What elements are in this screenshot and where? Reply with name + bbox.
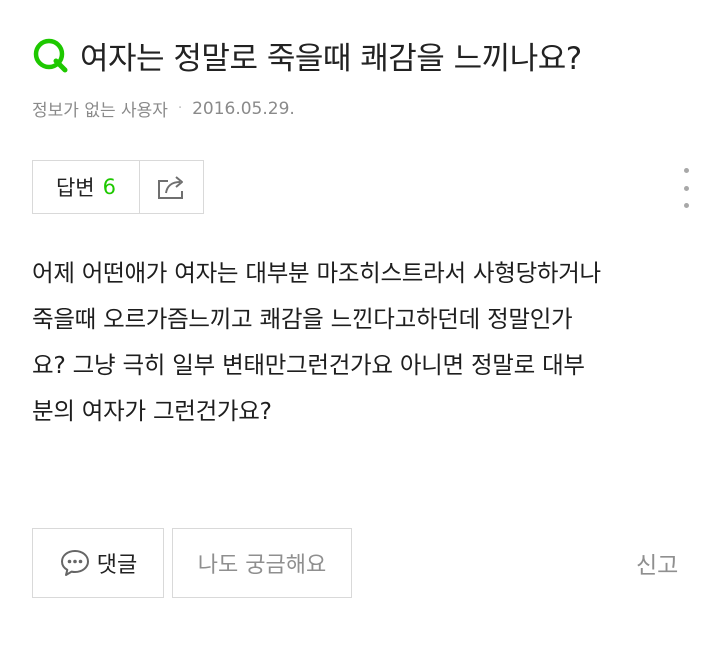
question-meta: 정보가 없는 사용자 · 2016.05.29. [32,96,295,122]
share-button[interactable] [140,161,203,213]
comment-label: 댓글 [96,553,138,578]
author-name: 정보가 없는 사용자 [32,101,168,121]
speech-bubble-icon [60,550,89,576]
answer-count: 6 [102,175,116,199]
question-date: 2016.05.29. [192,98,295,119]
question-header: 여자는 정말로 죽을때 쾌감을 느끼나요? [32,30,582,80]
more-dot [683,185,689,191]
question-body: 어제 어떤애가 여자는 대부분 마조히스트라서 사형당하거나 죽을때 오르가즘느… [32,259,601,425]
answer-count-button[interactable]: 답변 6 [33,161,140,213]
more-vertical-icon[interactable] [676,168,696,208]
meta-separator: · [177,101,183,116]
question-title: 여자는 정말로 죽을때 쾌감을 느끼나요? [80,40,582,77]
share-icon [157,176,183,199]
answer-share-bar: 답변 6 [32,160,204,214]
me-too-curious-button[interactable]: 나도 궁금해요 [172,528,352,598]
answer-label: 답변 [55,176,95,200]
comment-button[interactable]: 댓글 [32,528,164,598]
more-dot [683,203,689,208]
q-question-icon [33,38,68,73]
report-link[interactable]: 신고 [636,546,678,580]
more-dot [683,168,689,173]
